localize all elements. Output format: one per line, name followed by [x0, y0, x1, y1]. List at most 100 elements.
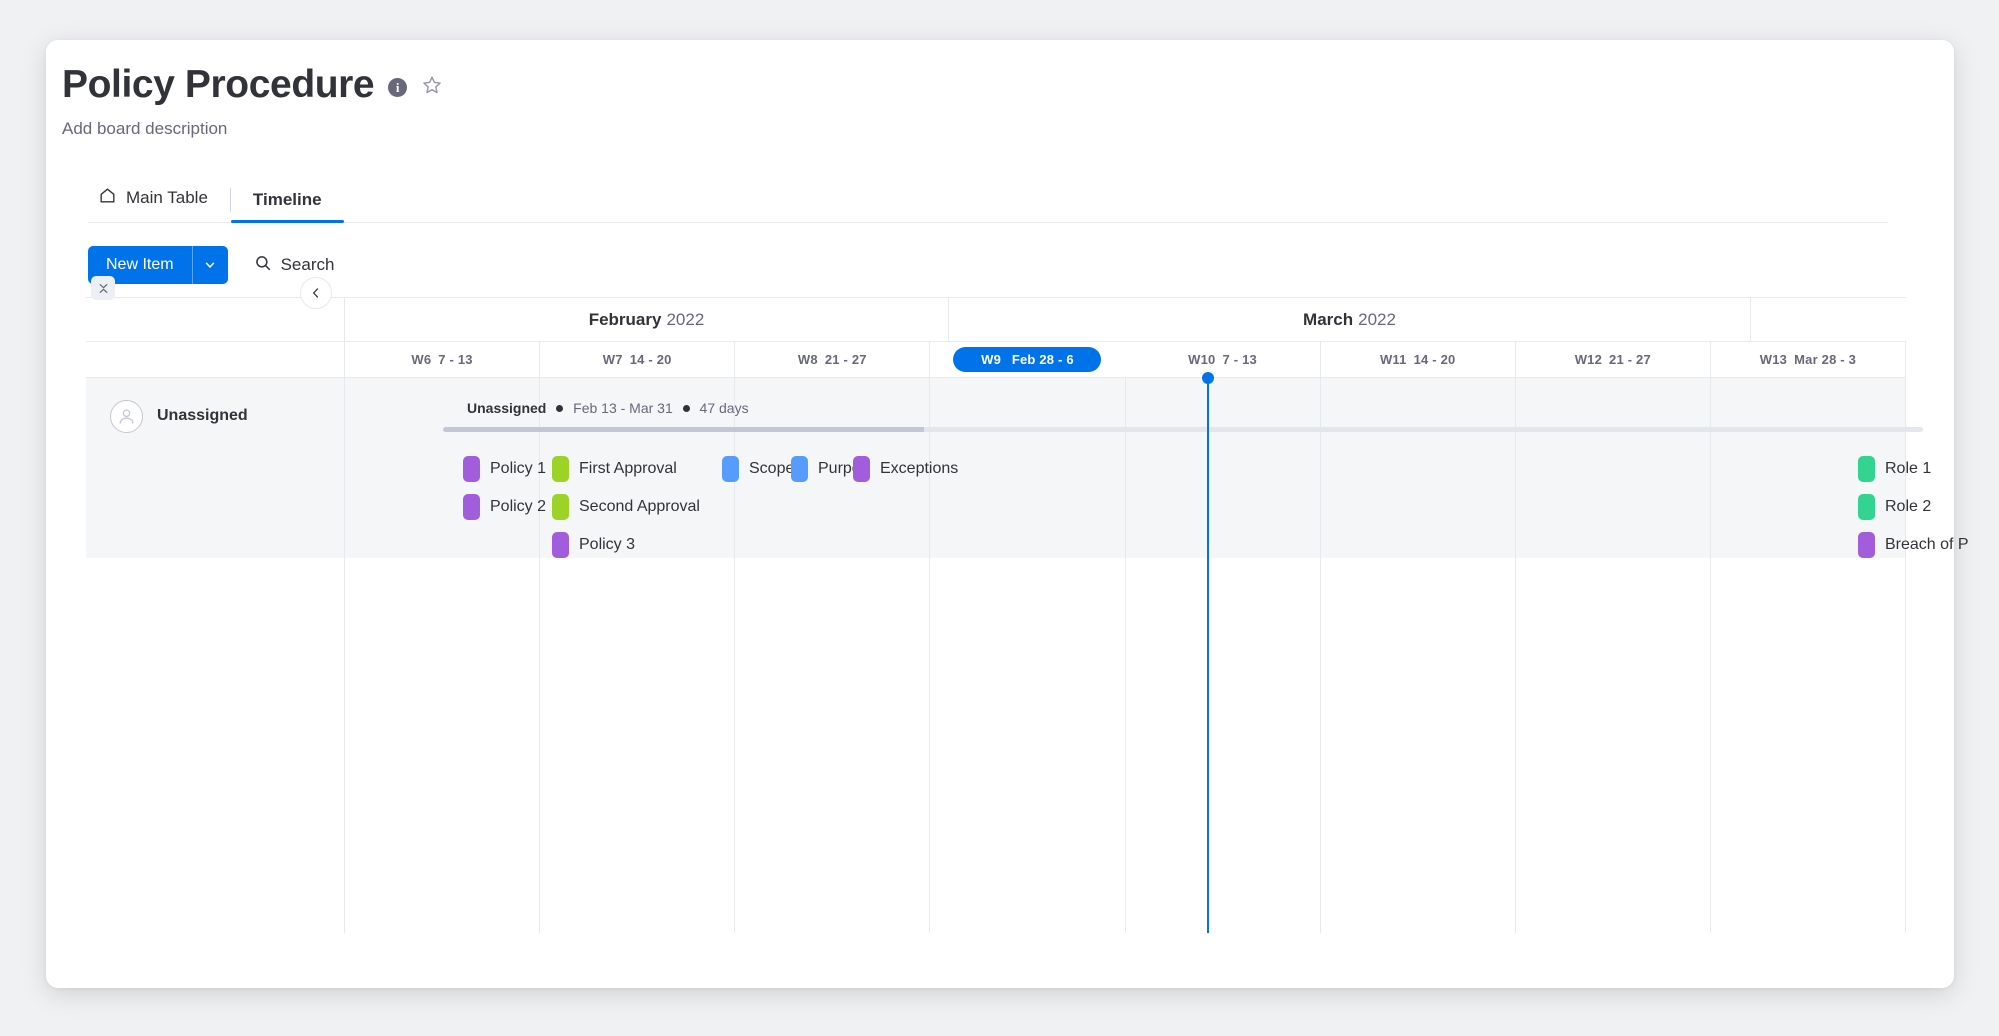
item-label: Policy 2: [490, 498, 547, 515]
week-range: 14 - 20: [1413, 352, 1456, 367]
tab-main-table[interactable]: Main Table: [88, 182, 230, 222]
home-icon: [98, 186, 117, 210]
page-title: Policy Procedure: [62, 63, 375, 106]
today-marker-line: [1207, 378, 1209, 558]
group-timeline-track: Unassigned Feb 13 - Mar 31 47 days Polic…: [345, 372, 1969, 558]
week-range: 7 - 13: [1222, 352, 1257, 367]
timeline-month-bar: February 2022 March 2022: [86, 276, 1906, 342]
grid-lines: [345, 558, 1906, 933]
grid-column: [540, 558, 736, 933]
item-color-swatch: [722, 456, 739, 482]
grid-column: [1516, 378, 1711, 558]
info-icon[interactable]: i: [388, 78, 408, 97]
item-label: First Approval: [579, 460, 677, 477]
timeline-item-second-approval[interactable]: Second Approval: [552, 494, 700, 520]
timeline-item-policy-2[interactable]: Policy 2: [463, 494, 546, 520]
board-header: Policy Procedure i Add board description: [62, 62, 443, 139]
grid-column: [930, 378, 1126, 558]
week-header-w6[interactable]: W6 7 - 13: [345, 342, 541, 377]
week-header-w7[interactable]: W7 14 - 20: [540, 342, 736, 377]
timeline-item-role-2[interactable]: Role 2: [1858, 494, 1931, 520]
group-summary-name: Unassigned: [467, 400, 547, 416]
collapse-rows-icon[interactable]: [91, 276, 115, 300]
week-header-w10[interactable]: W10 7 - 13: [1126, 342, 1321, 377]
week-number: W10: [1188, 352, 1216, 367]
week-header-w9-current[interactable]: W9 Feb 28 - 6: [930, 342, 1125, 377]
week-header-w8[interactable]: W8 21 - 27: [735, 342, 931, 377]
item-color-swatch: [552, 532, 569, 558]
item-label: Role 1: [1885, 460, 1932, 477]
grid-column: [1516, 558, 1711, 933]
group-summary-dates: Feb 13 - Mar 31: [573, 400, 673, 416]
group-summary: Unassigned Feb 13 - Mar 31 47 days: [467, 400, 749, 416]
week-range: 21 - 27: [1609, 352, 1651, 367]
today-marker-line: [1207, 558, 1209, 933]
week-range: Feb 28 - 6: [1011, 352, 1074, 367]
empty-timeline-track: [345, 558, 1906, 933]
grid-column: [1321, 558, 1516, 933]
timeline-week-bar: W6 7 - 13 W7 14 - 20 W8 21 - 27 W9 Feb 2…: [86, 342, 1906, 378]
month-year: 2022: [1358, 309, 1396, 329]
week-headers: W6 7 - 13 W7 14 - 20 W8 21 - 27 W9 Feb 2…: [345, 342, 1906, 377]
month-header-february: February 2022: [345, 298, 949, 341]
week-range: 7 - 13: [438, 352, 473, 367]
item-color-swatch: [463, 494, 480, 520]
item-label: Second Approval: [579, 498, 700, 515]
timeline-item-policy-3[interactable]: Policy 3: [552, 532, 635, 558]
group-summary-duration: 47 days: [699, 400, 749, 416]
timeline-group-row: Unassigned Unassigned Feb 13 - Mar 31 47…: [86, 372, 1969, 558]
timeline-item-first-approval[interactable]: First Approval: [552, 456, 677, 482]
timeline-item-scope[interactable]: Scope: [722, 456, 794, 482]
week-number: W13: [1759, 352, 1788, 367]
separator-dot-icon: [682, 405, 690, 412]
timeline-empty-area: [86, 558, 1906, 933]
item-color-swatch: [463, 456, 480, 482]
board-description[interactable]: Add board description: [62, 119, 443, 139]
tab-timeline[interactable]: Timeline: [230, 186, 344, 223]
item-label: Policy 1: [490, 460, 547, 477]
star-icon[interactable]: [421, 74, 443, 101]
search-icon: [254, 254, 272, 277]
item-label: Policy 3: [579, 536, 636, 553]
timeline-item-breach-of-policy[interactable]: Breach of P: [1858, 532, 1969, 558]
tab-main-table-label: Main Table: [126, 188, 208, 207]
week-header-w11[interactable]: W11 14 - 20: [1321, 342, 1516, 377]
item-color-swatch: [1858, 494, 1875, 520]
grid-column: [1711, 558, 1906, 933]
timeline-item-policy-1[interactable]: Policy 1: [463, 456, 546, 482]
week-number: W8: [797, 352, 818, 367]
week-header-w12[interactable]: W12 21 - 27: [1516, 342, 1711, 377]
item-label: Exceptions: [880, 460, 959, 477]
week-header-w13[interactable]: W13 Mar 28 - 3: [1711, 342, 1906, 377]
item-color-swatch: [552, 456, 569, 482]
item-label: Scope: [749, 460, 795, 477]
separator-dot-icon: [556, 405, 564, 412]
group-summary-bar[interactable]: [443, 427, 1923, 432]
week-number: W9: [981, 352, 1001, 367]
week-range: 14 - 20: [629, 352, 672, 367]
month-name: March: [1303, 309, 1354, 329]
grid-column: [1126, 378, 1321, 558]
item-label: Role 2: [1885, 498, 1932, 515]
month-header-march: March 2022: [949, 298, 1751, 341]
board-toolbar: New Item Search: [88, 246, 334, 284]
tab-timeline-label: Timeline: [252, 190, 322, 209]
week-range: 21 - 27: [824, 352, 867, 367]
week-bar-spacer: [86, 342, 345, 377]
timeline-item-exceptions[interactable]: Exceptions: [853, 456, 958, 482]
timeline-view: February 2022 March 2022 W6 7 - 13 W7 14…: [86, 276, 1969, 977]
grid-column: [930, 558, 1126, 933]
grid-column: [345, 558, 541, 933]
group-label-cell[interactable]: Unassigned: [86, 378, 345, 558]
search-label: Search: [280, 255, 335, 274]
timeline-item-role-1[interactable]: Role 1: [1858, 456, 1931, 482]
item-color-swatch: [552, 494, 569, 520]
chevron-left-icon[interactable]: [300, 277, 332, 309]
grid-column: [1126, 558, 1321, 933]
item-color-swatch: [791, 456, 808, 482]
search-button[interactable]: Search: [254, 254, 335, 277]
chevron-down-icon[interactable]: [191, 246, 228, 284]
item-color-swatch: [1858, 532, 1875, 558]
month-year: 2022: [666, 309, 705, 329]
empty-left-column: [86, 558, 345, 933]
